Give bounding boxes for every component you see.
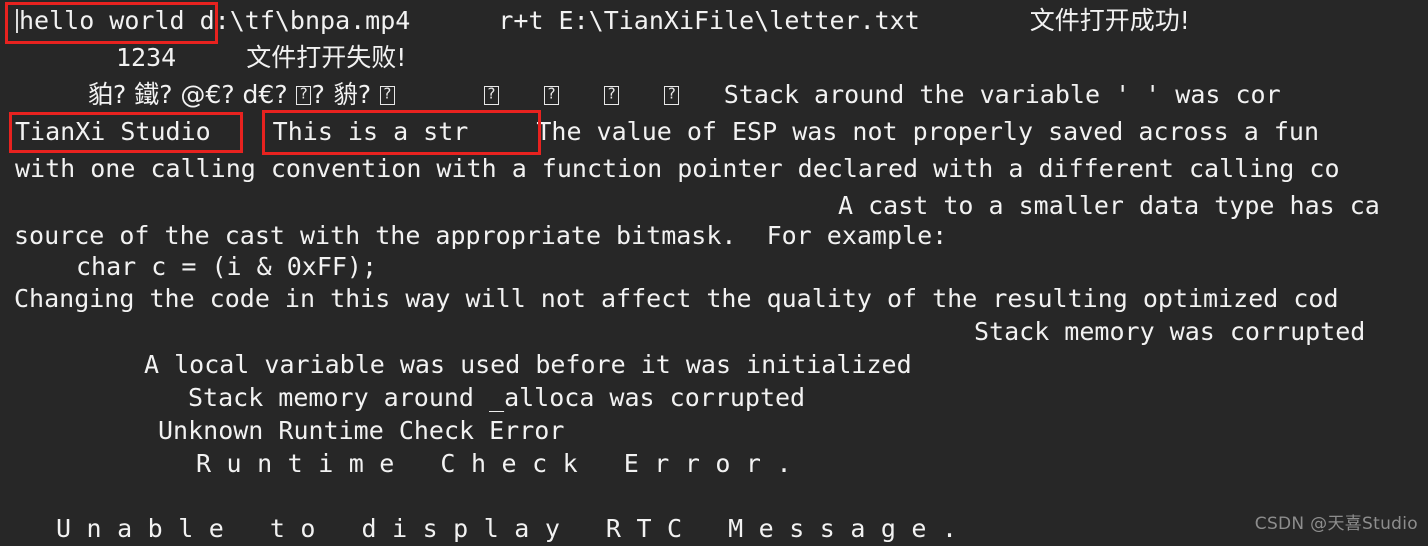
missing-glyph-icon (483, 86, 499, 105)
missing-glyph-icon (296, 86, 311, 105)
console-line-2-segment-a: 1234 (116, 43, 177, 72)
missing-glyph-icon (379, 86, 395, 105)
missing-glyph-icon (664, 86, 680, 105)
console-line-6-text: A cast to a smaller data type has ca (838, 191, 1380, 220)
console-line-1-segment-b: r+t E:\TianXiFile\letter.txt (498, 6, 920, 35)
console-line-15: Unable to display RTC Message. (0, 512, 1428, 546)
console-line-12-text: Stack memory around _alloca was corrupte… (188, 383, 806, 412)
console-line-2-segment-b: 文件打开失败! (246, 43, 407, 72)
console-line-10-text: Stack memory was corrupted (974, 317, 1366, 346)
console-line-8-text: char c = (i & 0xFF); (76, 252, 378, 281)
console-line-3-segment-c: Stack around the variable ' ' was cor (723, 80, 1281, 109)
console-line-14-text: Runtime Check Error. (196, 449, 808, 478)
console-line-11-text: A local variable was used before it was … (144, 350, 912, 379)
console-line-13-text: Unknown Runtime Check Error (158, 416, 565, 445)
console-line-1-segment-a: hello world d:\tf\bnpa.mp4 (19, 6, 411, 35)
console-line-3-segment-a: 貃? 鐵? @€? d€? (88, 80, 296, 109)
console-line-3-segment-b: ? 貈? (311, 80, 380, 109)
console-line-5-text: with one calling convention with a funct… (15, 154, 1340, 183)
console-line-3: 貃? 鐵? @€? d€? ? 貈? Stack around the vari… (0, 78, 1428, 112)
console-line-1-segment-c: 文件打开成功! (1029, 6, 1190, 35)
console-line-14: Runtime Check Error. (0, 447, 1428, 481)
console-line-2: 1234 文件打开失败! (0, 41, 1428, 75)
console-line-9-text: Changing the code in this way will not a… (14, 284, 1339, 313)
console-line-4-segment-c: The value of ESP was not properly saved … (536, 117, 1320, 146)
console-line-7-text: source of the cast with the appropriate … (14, 221, 948, 250)
console-line-5: with one calling convention with a funct… (0, 152, 1428, 186)
console-line-1: hello world d:\tf\bnpa.mp4 r+t E:\TianXiF… (0, 4, 1428, 38)
console-output-window: hello world d:\tf\bnpa.mp4 r+t E:\TianXiF… (0, 0, 1428, 546)
csdn-watermark: CSDN @天喜Studio (1254, 513, 1418, 534)
console-line-7: source of the cast with the appropriate … (0, 219, 1428, 253)
console-line-4-segment-a: TianXi Studio (15, 117, 211, 146)
text-cursor (16, 9, 18, 33)
console-line-4: TianXi Studio This is a str The value of E… (0, 115, 1428, 149)
console-line-8: char c = (i & 0xFF); (0, 250, 1428, 284)
console-line-10: Stack memory was corrupted (0, 315, 1428, 349)
missing-glyph-icon (544, 86, 559, 105)
missing-glyph-icon (604, 86, 619, 105)
console-line-11: A local variable was used before it was … (0, 348, 1428, 382)
console-line-15-text: Unable to display RTC Message. (56, 514, 973, 543)
console-line-9: Changing the code in this way will not a… (0, 282, 1428, 316)
console-line-4-segment-b: This is a str (272, 117, 469, 146)
console-line-6: A cast to a smaller data type has ca (0, 189, 1428, 223)
console-line-13: Unknown Runtime Check Error (0, 414, 1428, 448)
console-line-12: Stack memory around _alloca was corrupte… (0, 381, 1428, 415)
